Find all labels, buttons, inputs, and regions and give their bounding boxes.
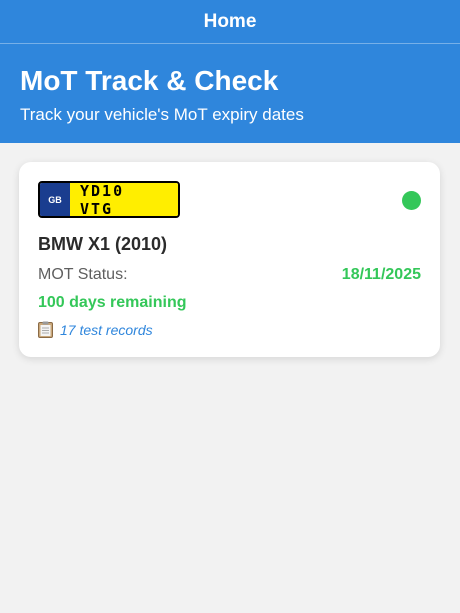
mot-status-row: MOT Status: 18/11/2025: [38, 266, 421, 284]
app-subtitle: Track your vehicle's MoT expiry dates: [20, 105, 304, 124]
navigation-bar: Home: [0, 0, 460, 44]
days-remaining: 100 days remaining: [38, 294, 187, 311]
navbar-title: Home: [203, 10, 257, 32]
test-records-link[interactable]: 17 test records: [38, 321, 421, 338]
mot-expiry-date: 18/11/2025: [341, 266, 421, 283]
clipboard-icon: [38, 321, 53, 338]
test-records-text: 17 test records: [60, 321, 153, 338]
vehicle-name: BMW X1 (2010): [38, 234, 168, 254]
hero-header: MoT Track & Check Track your vehicle's M…: [0, 44, 460, 143]
plate-country-code: GB: [40, 183, 70, 216]
plate-number: YD10 VTG: [70, 183, 178, 216]
app-title: MoT Track & Check: [20, 65, 279, 96]
mot-status-label: MOT Status:: [38, 266, 128, 283]
vehicle-card[interactable]: GB YD10 VTG BMW X1 (2010) MOT Status: 18…: [19, 162, 440, 357]
license-plate: GB YD10 VTG: [38, 181, 180, 218]
status-indicator-icon: [402, 191, 421, 210]
